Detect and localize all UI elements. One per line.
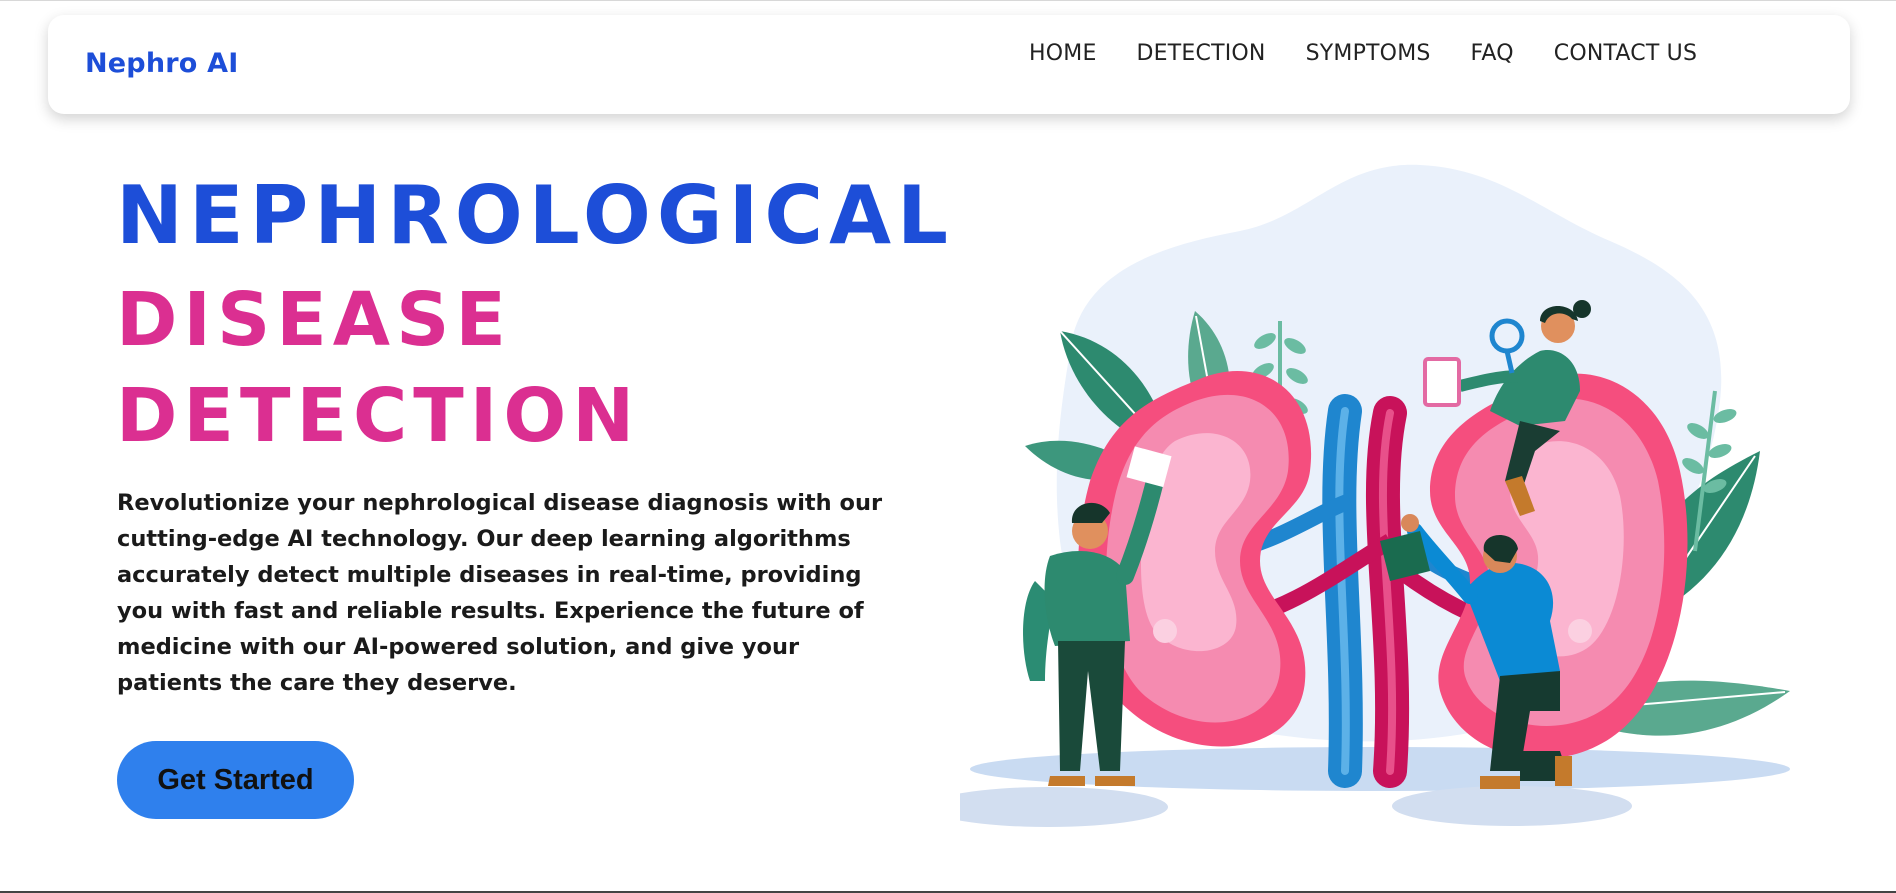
brand-logo[interactable]: Nephro AI — [85, 48, 238, 79]
page: Nephro AI HOME DETECTION SYMPTOMS FAQ CO… — [0, 0, 1896, 893]
hero-description: Revolutionize your nephrological disease… — [117, 485, 887, 701]
hero-description-line: you with fast and reliable results. Expe… — [117, 598, 864, 624]
hero-description-line: cutting-edge AI technology. Our deep lea… — [117, 526, 851, 552]
nav-home-link[interactable]: HOME — [1029, 41, 1097, 66]
hero-description-line: accurately detect multiple diseases in r… — [117, 562, 862, 588]
nav-faq-link[interactable]: FAQ — [1471, 41, 1514, 66]
kidney-illustration — [960, 164, 1790, 827]
hero-description-line: Revolutionize your nephrological disease… — [117, 490, 883, 516]
navbar: Nephro AI HOME DETECTION SYMPTOMS FAQ CO… — [48, 15, 1850, 114]
hero-title-line2: DISEASE — [116, 277, 512, 363]
nav-symptoms-link[interactable]: SYMPTOMS — [1306, 41, 1431, 66]
hero-title-line1: NEPHROLOGICAL — [116, 169, 954, 262]
get-started-button[interactable]: Get Started — [117, 741, 354, 819]
nav-contact-link[interactable]: CONTACT US — [1554, 41, 1697, 66]
nav-detection-link[interactable]: DETECTION — [1137, 41, 1266, 66]
hero-title-line3: DETECTION — [116, 373, 641, 459]
hero-description-line: patients the care they deserve. — [117, 670, 517, 696]
nav-menu: HOME DETECTION SYMPTOMS FAQ CONTACT US — [1029, 41, 1737, 66]
hero-description-line: medicine with our AI-powered solution, a… — [117, 634, 800, 660]
